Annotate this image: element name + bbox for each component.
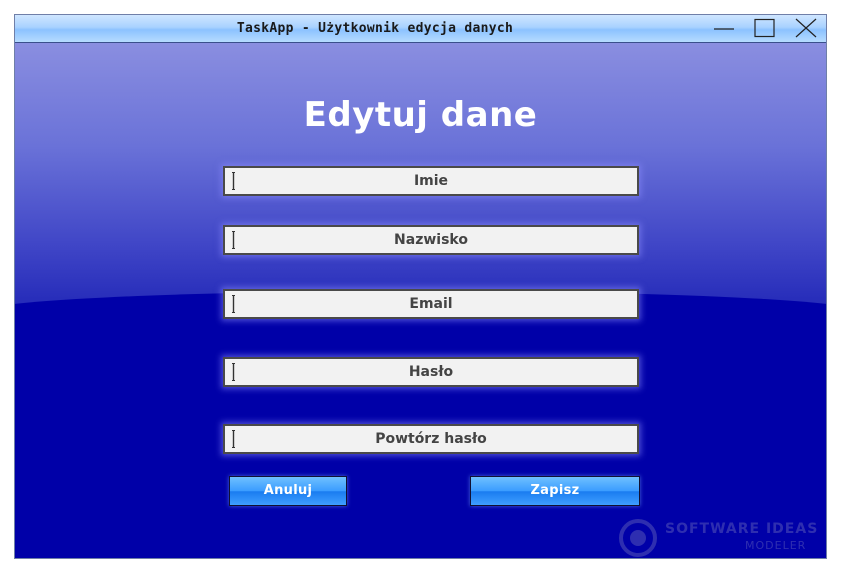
password-input[interactable]: Hasło bbox=[223, 357, 639, 387]
text-cursor-icon bbox=[232, 295, 235, 313]
watermark-logo-icon bbox=[619, 519, 657, 557]
text-cursor-icon bbox=[232, 231, 235, 249]
maximize-button[interactable] bbox=[753, 18, 777, 38]
watermark-subtext: MODELER bbox=[745, 539, 807, 552]
minimize-button[interactable] bbox=[712, 18, 736, 38]
first-name-placeholder: Imie bbox=[413, 173, 449, 189]
maximize-icon bbox=[754, 18, 775, 38]
page-title: Edytuj dane bbox=[303, 95, 538, 135]
watermark-text: SOFTWARE IDEAS bbox=[665, 521, 819, 537]
repeat-password-input[interactable]: Powtórz hasło bbox=[223, 424, 639, 454]
repeat-password-placeholder: Powtórz hasło bbox=[375, 431, 487, 447]
first-name-input[interactable]: Imie bbox=[223, 166, 639, 196]
password-placeholder: Hasło bbox=[408, 364, 454, 380]
text-cursor-icon bbox=[232, 430, 235, 448]
last-name-placeholder: Nazwisko bbox=[394, 232, 468, 248]
minimize-icon bbox=[714, 28, 734, 30]
app-window: TaskApp - Użytkownik edycja danych Edytu… bbox=[14, 14, 827, 559]
title-bar[interactable]: TaskApp - Użytkownik edycja danych bbox=[15, 15, 826, 43]
last-name-input[interactable]: Nazwisko bbox=[223, 225, 639, 255]
close-button[interactable] bbox=[794, 18, 818, 38]
close-icon bbox=[795, 18, 817, 38]
window-title: TaskApp - Użytkownik edycja danych bbox=[236, 21, 514, 36]
email-placeholder: Email bbox=[409, 296, 453, 312]
email-input[interactable]: Email bbox=[223, 289, 639, 319]
form-panel: Edytuj dane Imie Nazwisko Email Hasło Po… bbox=[15, 43, 826, 558]
watermark: SOFTWARE IDEAS MODELER bbox=[619, 517, 826, 558]
text-cursor-icon bbox=[232, 363, 235, 381]
text-cursor-icon bbox=[232, 172, 235, 190]
save-button[interactable]: Zapisz bbox=[470, 476, 640, 506]
cancel-button[interactable]: Anuluj bbox=[229, 476, 347, 506]
